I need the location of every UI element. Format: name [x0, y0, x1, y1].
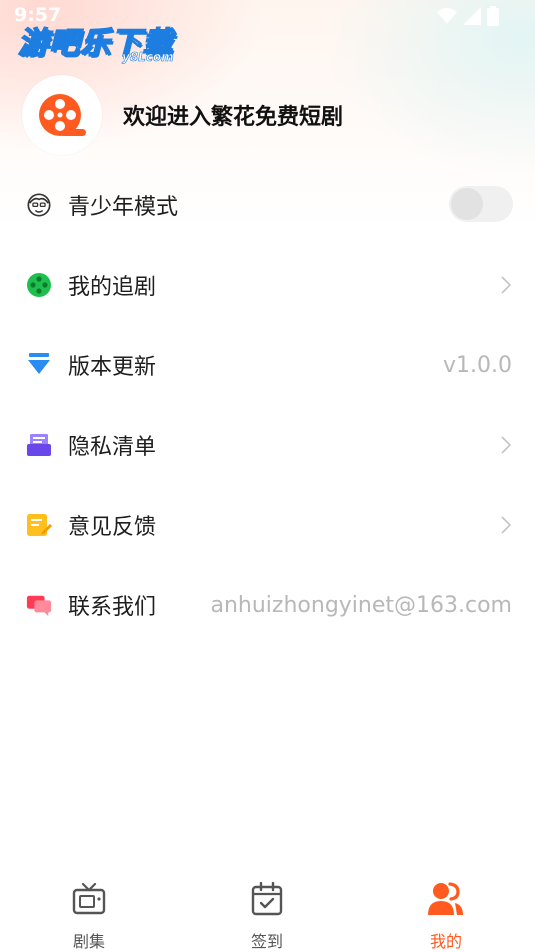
privacy-inbox-icon: [26, 432, 52, 458]
menu-item-my-dramas[interactable]: 我的追剧: [0, 245, 535, 325]
menu-item-version-update[interactable]: 版本更新 v1.0.0: [0, 325, 535, 405]
menu-label: 联系我们: [68, 595, 157, 620]
status-icons: [437, 6, 499, 26]
tab-label: 签到: [250, 932, 283, 951]
menu-label: 青少年模式: [68, 195, 179, 220]
film-reel-logo-icon: [39, 94, 86, 136]
bottom-tab-bar: 剧集 签到 我的: [0, 868, 535, 951]
download-arrow-icon: [26, 352, 52, 378]
watermark-logo: 游吧乐下载 y8Lcom: [17, 18, 174, 65]
tab-episodes[interactable]: 剧集: [29, 868, 149, 952]
feedback-note-icon: [26, 512, 52, 538]
wifi-icon: [437, 8, 457, 24]
teen-face-icon: [26, 192, 52, 218]
tab-mine[interactable]: 我的: [386, 868, 506, 952]
tab-check-in[interactable]: 签到: [207, 868, 327, 952]
battery-icon: [487, 6, 499, 26]
menu-label: 意见反馈: [68, 515, 157, 540]
watermark-subtext: y8Lcom: [122, 50, 174, 65]
tv-icon: [72, 882, 106, 915]
film-reel-icon: [26, 272, 52, 298]
version-value: v1.0.0: [443, 352, 512, 378]
menu-item-privacy-list[interactable]: 隐私清单: [0, 405, 535, 485]
menu-label: 版本更新: [68, 355, 157, 380]
menu-item-contact-us[interactable]: 联系我们 anhuizhongyinet@163.com: [0, 565, 535, 645]
teen-mode-toggle[interactable]: [449, 186, 513, 222]
calendar-check-icon: [251, 882, 283, 916]
welcome-text: 欢迎进入繁花免费短剧: [123, 105, 344, 130]
people-icon: [428, 882, 463, 915]
avatar[interactable]: [22, 75, 102, 155]
chevron-right-icon: [501, 436, 511, 454]
chevron-right-icon: [501, 276, 511, 294]
chevron-right-icon: [501, 516, 511, 534]
menu-label: 隐私清单: [68, 435, 157, 460]
menu-item-feedback[interactable]: 意见反馈: [0, 485, 535, 565]
profile-header[interactable]: 欢迎进入繁花免费短剧: [22, 75, 343, 155]
settings-menu: 青少年模式 我的追剧 版本更新 v1.0.0 隐私清单 意见反馈 联系我们 an…: [0, 165, 535, 645]
tab-label: 剧集: [72, 932, 105, 951]
menu-item-teen-mode[interactable]: 青少年模式: [0, 165, 535, 245]
menu-label: 我的追剧: [68, 275, 157, 300]
signal-icon: [463, 7, 481, 25]
toggle-knob: [451, 188, 483, 220]
tab-label: 我的: [429, 932, 462, 951]
contact-email[interactable]: anhuizhongyinet@163.com: [211, 593, 513, 618]
chat-bubbles-icon: [26, 592, 52, 618]
